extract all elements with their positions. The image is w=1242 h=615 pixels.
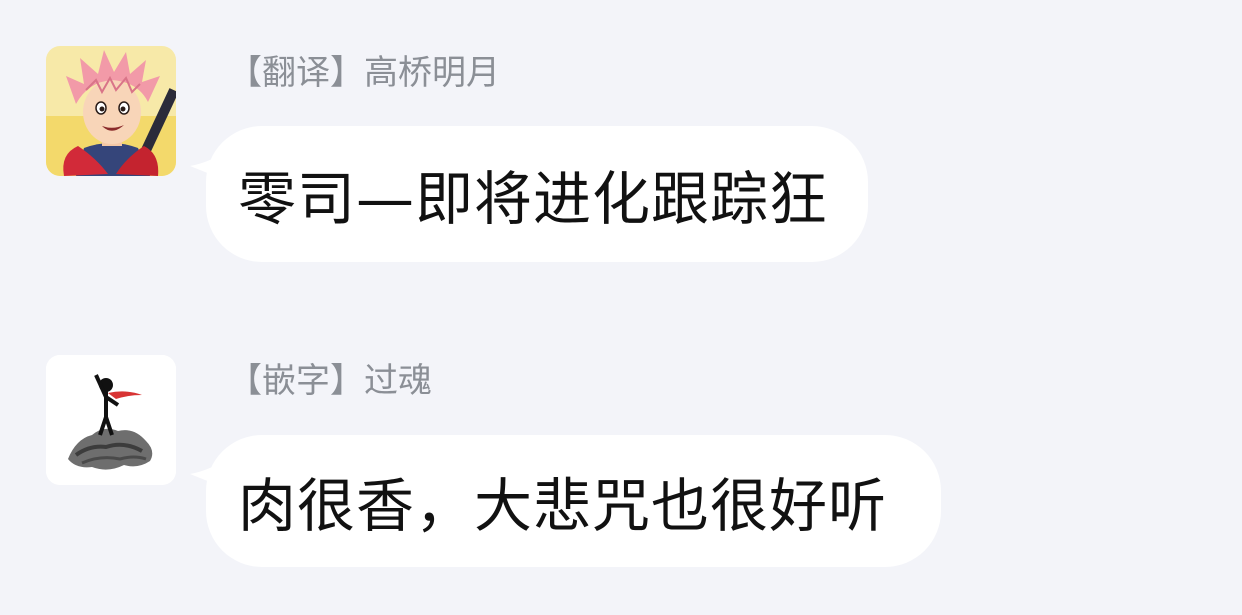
message-text: 零司—即将进化跟踪狂 xyxy=(238,165,829,233)
stickman-avatar-icon xyxy=(46,355,176,485)
message-text: 肉很香，大悲咒也很好听 xyxy=(238,472,888,540)
message-bubble[interactable]: 零司—即将进化跟踪狂 xyxy=(206,126,868,262)
chat-view: 【翻译】高桥明月 零司—即将进化跟踪狂 【嵌字】过魂 肉很香，大悲咒也很好听 xyxy=(0,0,1242,615)
sender-name: 【翻译】高桥明月 xyxy=(228,53,500,93)
message-bubble[interactable]: 肉很香，大悲咒也很好听 xyxy=(206,435,941,567)
avatar[interactable] xyxy=(46,46,176,176)
anime-boy-avatar-icon xyxy=(46,46,176,176)
avatar[interactable] xyxy=(46,355,176,485)
sender-name: 【嵌字】过魂 xyxy=(228,361,432,401)
